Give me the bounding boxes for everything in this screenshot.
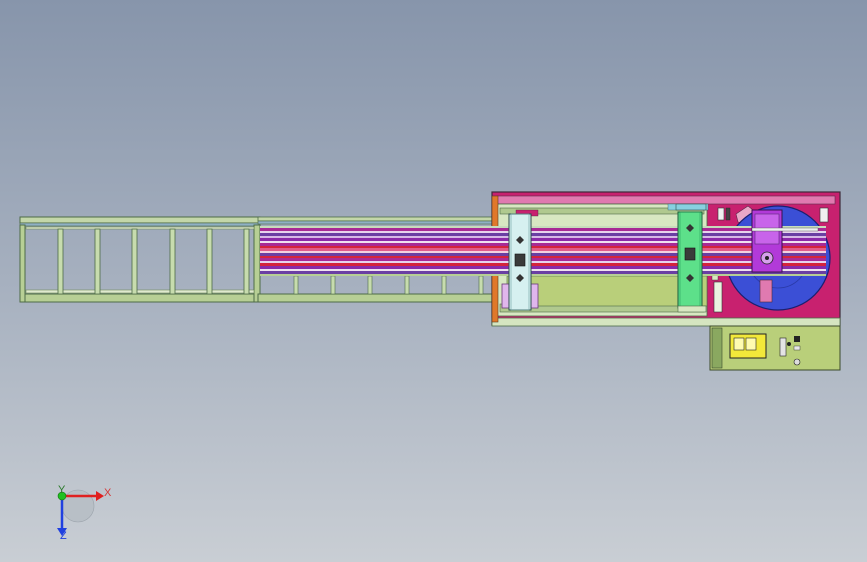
- belt-conveyor-stripes: [260, 226, 826, 276]
- carriage-right[interactable]: [675, 203, 707, 313]
- z-axis-label: Z: [60, 530, 67, 542]
- roller-conveyor-frame[interactable]: [19, 216, 261, 303]
- y-axis-label: Y: [58, 484, 66, 496]
- roller-bars: [57, 228, 250, 295]
- control-box[interactable]: [709, 325, 841, 371]
- x-axis-arrowhead: [96, 491, 104, 501]
- cad-viewport[interactable]: X Y Z: [0, 0, 867, 562]
- x-axis-label: X: [104, 487, 112, 499]
- cad-model-drawing[interactable]: [0, 0, 867, 562]
